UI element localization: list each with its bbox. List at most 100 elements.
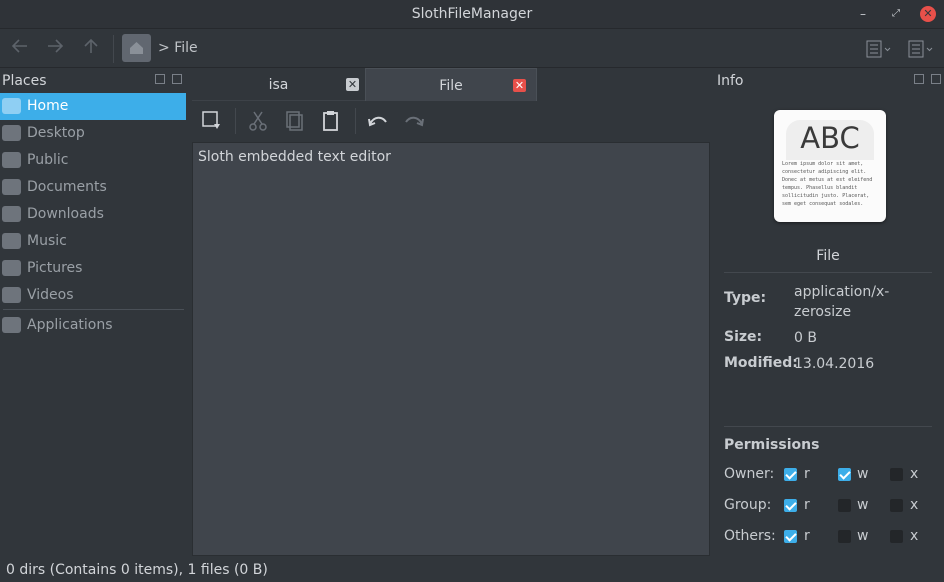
text-editor[interactable]: Sloth embedded text editor	[192, 142, 710, 556]
write-label: w	[857, 528, 869, 544]
undo-button[interactable]	[366, 110, 390, 132]
read-label: r	[804, 528, 810, 544]
redo-button[interactable]	[402, 110, 426, 132]
close-window-button[interactable]: ✕	[920, 6, 936, 22]
read-label: r	[804, 466, 810, 482]
execute-label: x	[910, 466, 919, 482]
up-arrow-icon	[84, 38, 98, 53]
group-read-checkbox[interactable]	[784, 499, 797, 512]
permission-row-owner: Owner: r w x	[724, 466, 934, 486]
folder-icon	[2, 125, 21, 141]
list-view-icon	[866, 40, 891, 58]
editor-content[interactable]: Sloth embedded text editor	[198, 149, 391, 165]
scissors-icon	[249, 111, 267, 131]
breadcrumb-current[interactable]: File	[174, 40, 197, 56]
save-button[interactable]	[200, 110, 224, 132]
main-toolbar: > File	[0, 29, 944, 68]
up-button[interactable]	[80, 38, 102, 58]
view-mode-button[interactable]	[866, 39, 892, 59]
permission-who: Group:	[724, 497, 772, 513]
size-label: Size:	[724, 329, 763, 345]
clipboard-icon	[323, 111, 338, 131]
others-execute-checkbox[interactable]	[890, 530, 903, 543]
copy-button[interactable]	[282, 110, 306, 132]
group-execute-checkbox[interactable]	[890, 499, 903, 512]
window-title: SlothFileManager	[411, 6, 533, 22]
permission-row-others: Others: r w x	[724, 528, 934, 548]
sidebar-item-videos[interactable]: Videos	[0, 282, 186, 309]
breadcrumb-home-button[interactable]	[122, 34, 151, 62]
back-arrow-icon	[11, 39, 27, 53]
permission-who: Owner:	[724, 466, 775, 482]
info-panel: Info ABC Lorem ipsum dolor sit amet, con…	[712, 68, 944, 558]
panel-float-button[interactable]	[914, 74, 924, 84]
sidebar-item-public[interactable]: Public	[0, 147, 186, 174]
breadcrumb-separator: >	[158, 40, 170, 56]
read-label: r	[804, 497, 810, 513]
sidebar-item-music[interactable]: Music	[0, 228, 186, 255]
editor-toolbar	[192, 102, 710, 140]
execute-label: x	[910, 528, 919, 544]
redo-icon	[405, 116, 424, 127]
write-label: w	[857, 466, 869, 482]
sidebar-item-downloads[interactable]: Downloads	[0, 201, 186, 228]
modified-value: 13.04.2016	[794, 356, 875, 372]
download-folder-icon	[2, 206, 21, 222]
tab-isa[interactable]: isa ✕	[192, 68, 365, 101]
info-separator	[724, 272, 932, 273]
folder-icon	[2, 179, 21, 195]
places-panel: Places Home Desktop Public Documents Dow…	[0, 68, 187, 558]
others-write-checkbox[interactable]	[838, 530, 851, 543]
copy-icon	[286, 111, 303, 131]
owner-read-checkbox[interactable]	[784, 468, 797, 481]
toolbar-separator	[235, 108, 236, 134]
panel-close-button[interactable]	[931, 74, 941, 84]
tab-file[interactable]: File ✕	[365, 68, 537, 101]
back-button[interactable]	[9, 38, 31, 58]
tab-label: isa	[268, 77, 289, 93]
toolbar-separator	[355, 108, 356, 134]
undo-icon	[368, 116, 387, 127]
panel-close-button[interactable]	[172, 74, 182, 84]
share-folder-icon	[2, 152, 21, 168]
sidebar-item-documents[interactable]: Documents	[0, 174, 186, 201]
owner-write-checkbox[interactable]	[838, 468, 851, 481]
write-label: w	[857, 497, 869, 513]
modified-label: Modified:	[724, 355, 798, 371]
maximize-button[interactable]: ⤢	[888, 6, 904, 22]
close-tab-icon[interactable]: ✕	[513, 79, 526, 92]
places-divider	[3, 309, 184, 310]
owner-execute-checkbox[interactable]	[890, 468, 903, 481]
status-text: 0 dirs (Contains 0 items), 1 files (0 B)	[6, 562, 268, 578]
panel-float-button[interactable]	[155, 74, 165, 84]
minimize-button[interactable]: –	[855, 6, 871, 22]
home-icon	[130, 42, 143, 54]
size-value: 0 B	[794, 330, 817, 346]
pictures-folder-icon	[2, 260, 21, 276]
icon-abc-text: ABC	[800, 121, 860, 155]
group-write-checkbox[interactable]	[838, 499, 851, 512]
forward-arrow-icon	[48, 39, 64, 53]
others-read-checkbox[interactable]	[784, 530, 797, 543]
paste-button[interactable]	[319, 110, 343, 132]
info-title: Info	[717, 73, 744, 89]
breadcrumb[interactable]: > File	[158, 40, 198, 56]
permission-row-group: Group: r w x	[724, 497, 934, 517]
sidebar-item-pictures[interactable]: Pictures	[0, 255, 186, 282]
menu-button[interactable]	[908, 39, 934, 59]
info-separator	[724, 426, 932, 427]
save-icon	[202, 111, 220, 129]
cut-button[interactable]	[246, 110, 270, 132]
permissions-title: Permissions	[724, 437, 820, 453]
sidebar-item-desktop[interactable]: Desktop	[0, 120, 186, 147]
video-folder-icon	[2, 287, 21, 303]
forward-button[interactable]	[44, 38, 66, 58]
sidebar-item-applications[interactable]: Applications	[0, 312, 186, 339]
title-bar: SlothFileManager – ⤢ ✕	[0, 0, 944, 29]
close-tab-icon[interactable]: ✕	[346, 78, 359, 91]
type-label: Type:	[724, 290, 767, 306]
sidebar-item-home[interactable]: Home	[0, 93, 186, 120]
text-file-icon: ABC Lorem ipsum dolor sit amet, consecte…	[774, 110, 886, 222]
hamburger-menu-icon	[908, 40, 933, 58]
execute-label: x	[910, 497, 919, 513]
